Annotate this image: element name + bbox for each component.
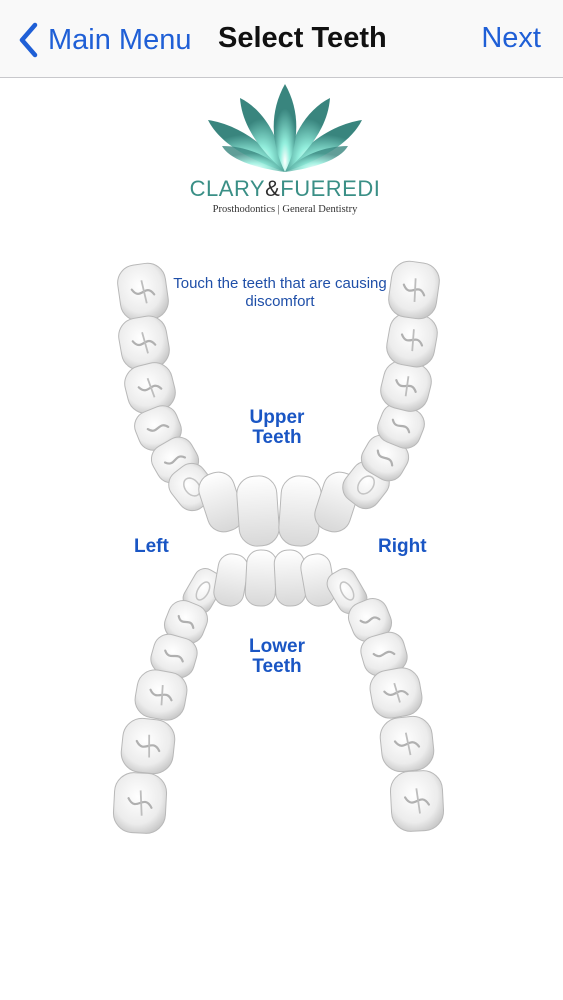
upper-teeth-label: Upper Teeth [249, 407, 305, 448]
lower-tooth-11[interactable] [112, 772, 168, 835]
lower-tooth-15[interactable] [378, 714, 435, 773]
right-side-label: Right [378, 536, 427, 557]
lower-tooth-16[interactable] [389, 770, 445, 833]
teeth-chart [112, 259, 445, 835]
lower-tooth-4[interactable] [273, 549, 307, 607]
upper-tooth-8[interactable] [236, 475, 281, 548]
upper-tooth-16[interactable] [386, 259, 441, 321]
upper-tooth-2[interactable] [116, 313, 172, 373]
instruction-text: Touch the teeth that are causing discomf… [173, 275, 387, 310]
upper-tooth-15[interactable] [384, 310, 440, 370]
upper-tooth-1[interactable] [115, 261, 170, 323]
left-side-label: Left [134, 536, 169, 557]
lower-tooth-2[interactable] [212, 552, 251, 608]
lower-tooth-3[interactable] [244, 549, 278, 607]
lower-tooth-10[interactable] [119, 716, 176, 775]
lower-teeth-label: Lower Teeth [249, 636, 305, 677]
